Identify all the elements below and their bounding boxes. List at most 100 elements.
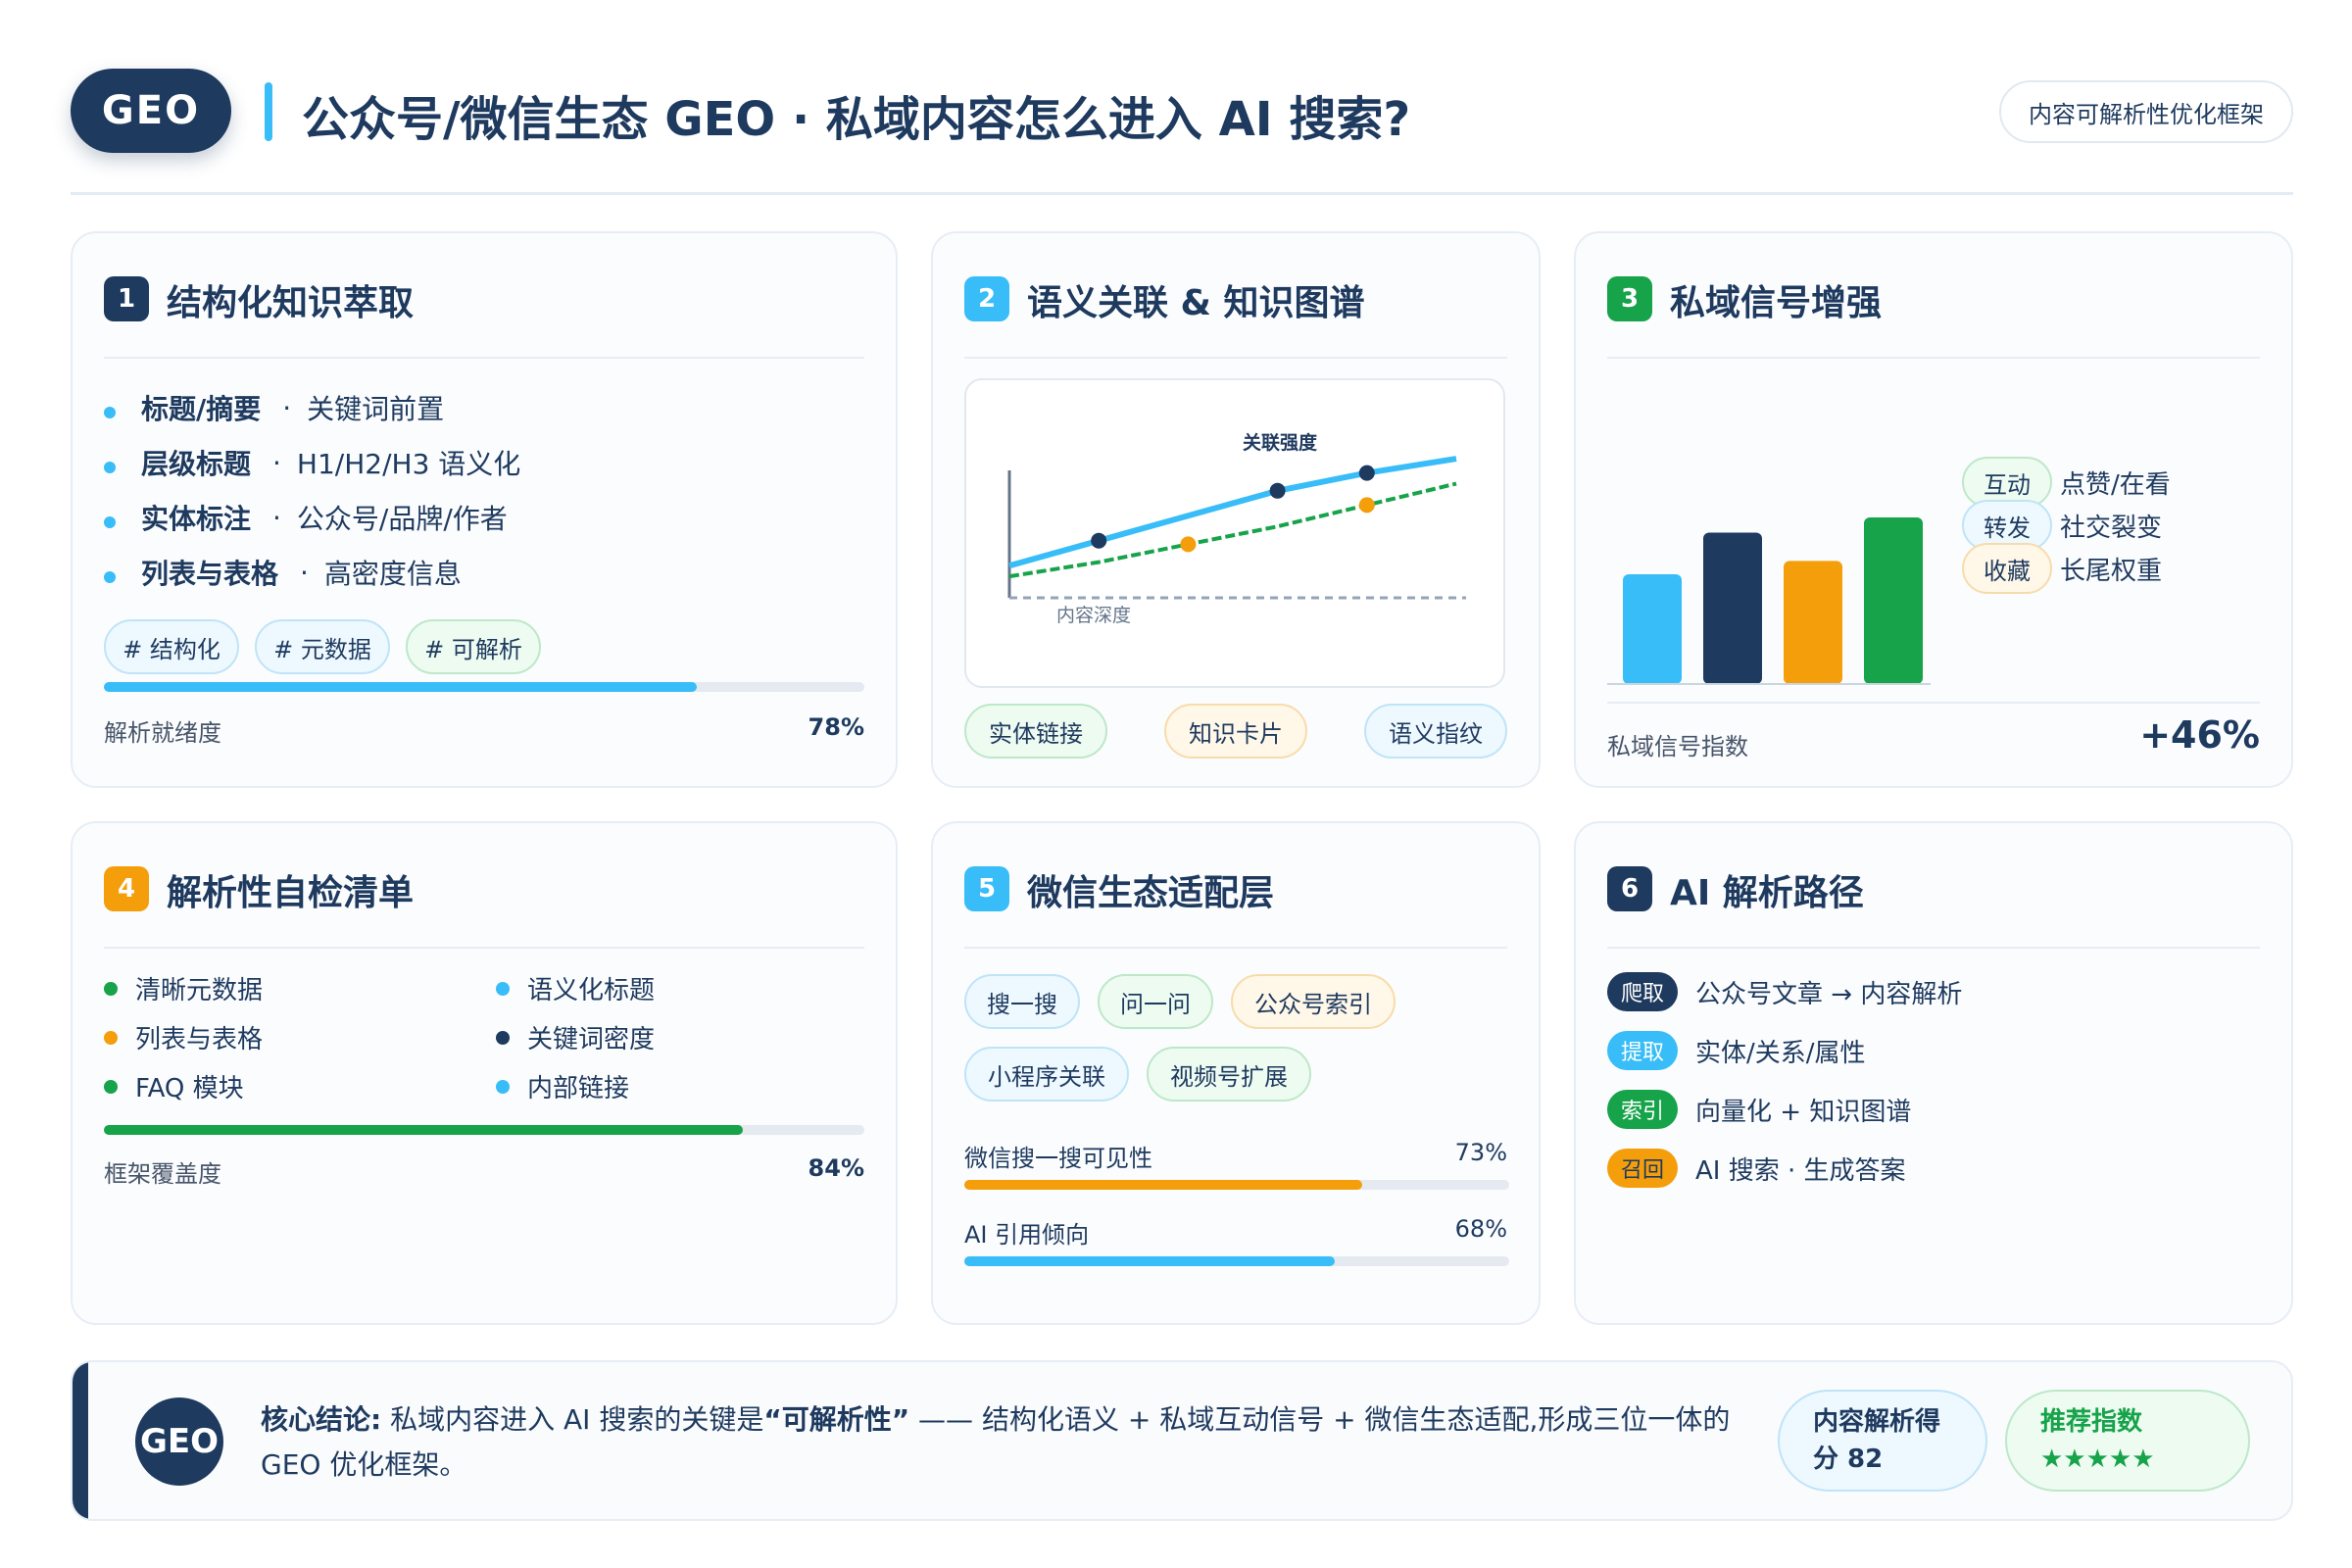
card-ai-path: 6 AI 解析路径 爬取 公众号文章 → 内容解析 提取 实体/关系/属性 索引 向量… — [1574, 821, 2293, 1325]
check-dot-icon — [104, 981, 118, 996]
series-point — [1358, 465, 1375, 481]
tag-channels[interactable]: 视频号扩展 — [1147, 1047, 1311, 1102]
checklist-item: FAQ 模块 — [104, 1068, 244, 1104]
checklist-text: 语义化标题 — [527, 976, 656, 1005]
bullet-value: H1/H2/H3 语义化 — [296, 448, 521, 480]
card-divider — [1607, 357, 2260, 359]
parse-score-pill[interactable]: 内容解析得分 82 — [1778, 1390, 1987, 1492]
conclusion-part-a: 私域内容进入 AI 搜索的关键是 — [390, 1403, 764, 1436]
step-desc: 向量化 + 知识图谱 — [1695, 1097, 1912, 1127]
check-dot-icon — [104, 1030, 118, 1045]
visibility-label: 微信搜一搜可见性 — [964, 1145, 1152, 1172]
list-item: 实体标注 · 公众号/品牌/作者 — [104, 490, 520, 545]
path-step-crawl: 爬取 公众号文章 → 内容解析 — [1607, 970, 1962, 1013]
line-chart: 关联强度 内容深度 — [1007, 431, 1466, 626]
checklist-item: 清晰元数据 — [104, 970, 263, 1006]
card-number-badge: 4 — [104, 866, 149, 911]
signal-tag[interactable]: 收藏 — [1962, 543, 2052, 594]
citation-progress-fill — [964, 1256, 1336, 1266]
parse-score-text: 内容解析得分 82 — [1813, 1407, 1941, 1474]
path-step-index: 索引 向量化 + 知识图谱 — [1607, 1088, 1911, 1131]
checklist-text: 关键词密度 — [527, 1025, 656, 1054]
tag-search[interactable]: 搜一搜 — [964, 974, 1080, 1029]
step-desc: 实体/关系/属性 — [1695, 1038, 1866, 1068]
signal-desc: 社交裂变 — [2060, 513, 2163, 543]
bar-0 — [1623, 573, 1682, 684]
tag-mini-program[interactable]: 小程序关联 — [964, 1047, 1129, 1102]
coverage-progress-fill — [104, 1125, 743, 1135]
bullet-separator: · — [300, 556, 309, 589]
tag-metadata[interactable]: # 元数据 — [255, 619, 390, 674]
check-dot-icon — [496, 1079, 510, 1094]
card-number-badge: 1 — [104, 276, 149, 321]
card-title: 解析性自检清单 — [167, 873, 415, 913]
signal-desc: 长尾权重 — [2060, 556, 2163, 586]
card-title: 微信生态适配层 — [1027, 873, 1275, 913]
header-divider — [71, 192, 2293, 195]
card-title: 语义关联 & 知识图谱 — [1027, 283, 1365, 323]
checklist-text: 清晰元数据 — [135, 976, 264, 1005]
tag-structured[interactable]: # 结构化 — [104, 619, 239, 674]
bar-chart — [1607, 517, 1931, 685]
bullet-dot-icon — [104, 571, 116, 583]
footer-conclusion: GEO 核心结论: 私域内容进入 AI 搜索的关键是“可解析性” —— 结构化语… — [71, 1360, 2293, 1521]
bullet-list: 标题/摘要 · 关键词前置 层级标题 · H1/H2/H3 语义化 实体标注 · 公众号/品… — [104, 380, 520, 600]
bullet-key: 列表与表格 — [141, 558, 279, 590]
step-tag[interactable]: 提取 — [1607, 1031, 1679, 1070]
checklist-text: 内部链接 — [527, 1074, 630, 1103]
card-private-signal: 3 私域信号增强 互动 点赞/在看 转发 社交裂变 收藏 长尾权重 私域信号指数… — [1574, 231, 2293, 788]
footer-accent-bar — [73, 1362, 88, 1519]
card-divider — [964, 357, 1507, 359]
conclusion-text: 核心结论: 私域内容进入 AI 搜索的关键是“可解析性” —— 结构化语义 + … — [261, 1397, 1789, 1488]
card-divider — [104, 947, 864, 949]
chart-annotation-label: 关联强度 — [1243, 431, 1318, 454]
card-header: 1 结构化知识萃取 — [104, 269, 864, 327]
tag-semantic-fingerprint[interactable]: 语义指纹 — [1364, 704, 1507, 759]
tag-parsable[interactable]: # 可解析 — [406, 619, 541, 674]
recommend-stars-icon: ★★★★★ — [2040, 1445, 2155, 1474]
recommend-label: 推荐指数 — [2040, 1407, 2143, 1437]
card-header: 2 语义关联 & 知识图谱 — [964, 269, 1507, 327]
citation-value: 68% — [1454, 1215, 1507, 1243]
step-tag[interactable]: 召回 — [1607, 1149, 1679, 1188]
check-dot-icon — [496, 981, 510, 996]
framework-pill[interactable]: 内容可解析性优化框架 — [1999, 80, 2293, 143]
tag-knowledge-card[interactable]: 知识卡片 — [1164, 704, 1307, 759]
bullet-dot-icon — [104, 516, 116, 528]
path-step-extract: 提取 实体/关系/属性 — [1607, 1029, 1866, 1072]
series-point — [1091, 532, 1107, 549]
recommend-pill[interactable]: 推荐指数 ★★★★★ — [2005, 1390, 2250, 1492]
bullet-value: 公众号/品牌/作者 — [296, 503, 508, 535]
step-tag[interactable]: 爬取 — [1607, 972, 1679, 1011]
card-number-badge: 2 — [964, 276, 1009, 321]
card-checklist: 4 解析性自检清单 清晰元数据 语义化标题 列表与表格 关键词密度 FAQ 模块… — [71, 821, 898, 1325]
bullet-dot-icon — [104, 462, 116, 473]
step-tag[interactable]: 索引 — [1607, 1090, 1679, 1129]
tag-account-index[interactable]: 公众号索引 — [1231, 974, 1396, 1029]
bullet-separator: · — [272, 446, 281, 479]
readiness-value: 78% — [808, 713, 864, 741]
bullet-separator: · — [272, 501, 281, 534]
checklist-item: 内部链接 — [496, 1068, 629, 1104]
list-item: 层级标题 · H1/H2/H3 语义化 — [104, 435, 520, 490]
tag-ask[interactable]: 问一问 — [1098, 974, 1213, 1029]
check-dot-icon — [496, 1030, 510, 1045]
x-axis-label: 内容深度 — [1056, 605, 1131, 626]
checklist-item: 语义化标题 — [496, 970, 655, 1006]
footer-geo-logo: GEO — [135, 1397, 223, 1486]
page-title: 公众号/微信生态 GEO · 私域内容怎么进入 AI 搜索? — [302, 92, 1411, 147]
card-title: 结构化知识萃取 — [167, 283, 415, 323]
step-desc: AI 搜索 · 生成答案 — [1695, 1155, 1906, 1186]
visibility-progress-track — [964, 1180, 1509, 1190]
card-number-badge: 6 — [1607, 866, 1652, 911]
series-point — [1358, 497, 1375, 514]
bar-3 — [1864, 517, 1923, 684]
card-number-badge: 3 — [1607, 276, 1652, 321]
card-header: 5 微信生态适配层 — [964, 858, 1507, 917]
card-title: AI 解析路径 — [1670, 873, 1864, 913]
visibility-progress-fill — [964, 1180, 1362, 1190]
checklist-item: 列表与表格 — [104, 1019, 263, 1055]
citation-progress-track — [964, 1256, 1509, 1266]
tag-entity-link[interactable]: 实体链接 — [964, 704, 1107, 759]
list-item: 列表与表格 · 高密度信息 — [104, 545, 520, 600]
